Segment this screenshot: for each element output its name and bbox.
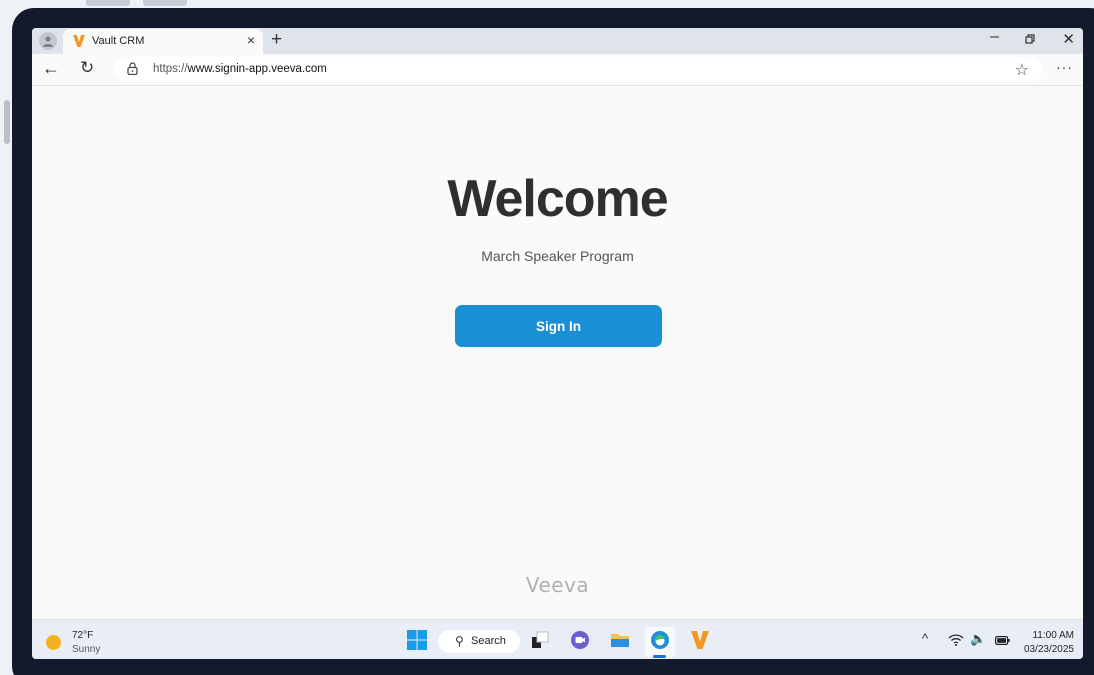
lock-icon[interactable] xyxy=(127,62,138,75)
url-text: https://www.signin-app.veeva.com xyxy=(153,63,327,75)
star-icon[interactable]: ☆ xyxy=(1015,60,1029,80)
tab-strip: Vault CRM × + – ✕ xyxy=(32,28,1083,54)
file-explorer-icon[interactable] xyxy=(609,629,631,651)
edge-icon[interactable] xyxy=(649,629,671,651)
clock-date[interactable]: 03/23/2025 xyxy=(1024,644,1074,655)
device-side-button xyxy=(4,100,10,144)
active-app-indicator xyxy=(653,655,666,658)
reload-icon[interactable]: ↻ xyxy=(80,58,94,78)
battery-icon[interactable] xyxy=(995,636,1010,645)
page-title: Welcome xyxy=(447,170,668,228)
close-tab-icon[interactable]: × xyxy=(247,32,255,48)
wifi-icon[interactable] xyxy=(948,634,964,646)
veeva-logo: Veeva xyxy=(525,573,590,597)
background-tab-peek xyxy=(143,0,187,6)
task-view-icon[interactable] xyxy=(529,629,551,651)
program-subtitle: March Speaker Program xyxy=(481,248,634,264)
tab-vault-crm[interactable]: Vault CRM × xyxy=(63,29,263,54)
chat-icon[interactable] xyxy=(569,629,591,651)
background-tab-peek xyxy=(86,0,130,6)
screen: Vault CRM × + – ✕ ← ↻ https://www.signin… xyxy=(32,28,1083,659)
sun-icon[interactable] xyxy=(46,635,61,650)
weather-desc[interactable]: Sunny xyxy=(72,644,100,655)
address-bar[interactable]: https://www.signin-app.veeva.com ☆ xyxy=(114,57,1042,82)
chevron-up-icon[interactable]: ^ xyxy=(922,631,928,646)
volume-icon[interactable]: 🔈 xyxy=(970,631,986,647)
more-icon[interactable]: ··· xyxy=(1056,59,1073,75)
search-label: Search xyxy=(471,635,506,647)
back-arrow-icon[interactable]: ← xyxy=(42,58,60,79)
minimize-icon[interactable]: – xyxy=(990,28,999,46)
close-window-icon[interactable]: ✕ xyxy=(1062,30,1075,48)
clock-time[interactable]: 11:00 AM xyxy=(1032,630,1074,641)
sign-in-button[interactable]: Sign In xyxy=(455,305,662,347)
windows-start-icon[interactable] xyxy=(406,629,428,651)
taskbar-search[interactable]: ⚲ Search xyxy=(438,630,520,653)
veeva-favicon xyxy=(73,35,85,47)
profile-icon[interactable] xyxy=(39,32,57,50)
weather-temp[interactable]: 72°F xyxy=(72,630,93,641)
search-icon: ⚲ xyxy=(455,634,464,648)
veeva-app-icon[interactable] xyxy=(689,629,711,651)
restore-icon[interactable] xyxy=(1025,32,1035,47)
new-tab-button[interactable]: + xyxy=(271,29,282,51)
tab-title: Vault CRM xyxy=(92,35,145,47)
address-bar-row: ← ↻ https://www.signin-app.veeva.com ☆ ·… xyxy=(32,54,1083,86)
taskbar: 72°F Sunny ⚲ Search ^ 🔈 11:00 AM 03/23/2… xyxy=(32,619,1083,659)
sign-in-page: Welcome March Speaker Program Sign In Ve… xyxy=(32,87,1083,619)
